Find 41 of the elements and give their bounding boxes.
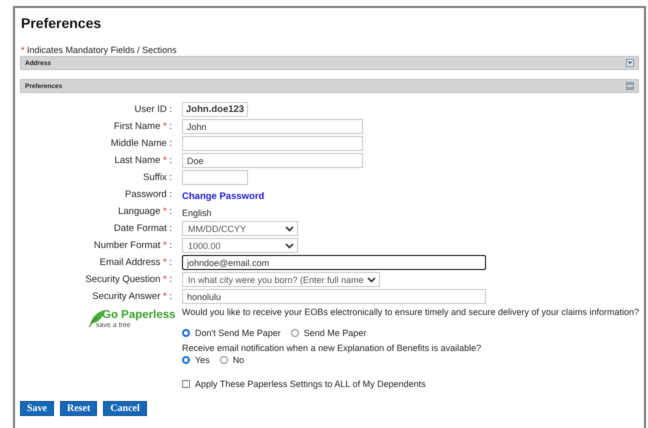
field-label: Suffix : [142, 171, 172, 185]
text-field[interactable] [182, 136, 363, 151]
radio-option[interactable]: Yes [182, 355, 210, 365]
text-field[interactable] [182, 170, 248, 185]
field-label: Date Format : [112, 222, 172, 236]
field-label: Language * : [117, 205, 172, 219]
apply-dependents-checkbox[interactable]: Apply These Paperless Settings to ALL of My Dependents [182, 379, 426, 389]
field-label: User ID : [134, 103, 172, 117]
caret-icon [367, 276, 376, 282]
text-field[interactable]: honolulu [182, 289, 486, 304]
field-label: Security Question * : [84, 273, 172, 287]
text-field[interactable]: John [182, 119, 363, 134]
collapse-icon[interactable] [626, 82, 634, 90]
field-label: First Name * : [112, 120, 172, 134]
field-value: English [182, 208, 212, 218]
radio-option[interactable]: No [220, 355, 244, 365]
caret-icon [285, 226, 294, 232]
dropdown[interactable]: 1000.00 [182, 238, 298, 253]
form-button[interactable]: Save [20, 401, 54, 416]
field-label: Middle Name : [110, 137, 172, 151]
field-label: Security Answer * : [91, 290, 172, 304]
field-label: Password : [124, 188, 172, 202]
form-button[interactable]: Cancel [103, 401, 147, 416]
field-label: Number Format * : [92, 239, 172, 253]
caret-icon [285, 242, 294, 248]
text-field[interactable]: Doe [182, 153, 363, 168]
paperless-question: Would you like to receive your EOBs electronically to ensure timely and secure delivery of your claims information? [182, 306, 640, 318]
mandatory-note: * Indicates Mandatory Fields / Sections [21, 45, 178, 56]
field-label: Last Name * : [113, 154, 172, 168]
change-password-link[interactable]: Change Password [182, 190, 264, 202]
expand-icon[interactable] [626, 59, 634, 67]
user-id-value: John.doe123 [182, 102, 248, 117]
page-title: Preferences [21, 15, 102, 31]
radio-option[interactable]: Don't Send Me Paper [182, 328, 281, 338]
dropdown[interactable]: In what city were you born? (Enter full name [182, 272, 380, 287]
notification-question: Receive email notification when a new Explanation of Benefits is available? [182, 342, 482, 354]
text-field[interactable]: johndoe@email.com [182, 255, 486, 270]
form-button[interactable]: Reset [60, 401, 98, 416]
radio-option[interactable]: Send Me Paper [290, 328, 366, 338]
field-label: Email Address * : [98, 256, 172, 270]
dropdown[interactable]: MM/DD/CCYY [182, 221, 298, 236]
